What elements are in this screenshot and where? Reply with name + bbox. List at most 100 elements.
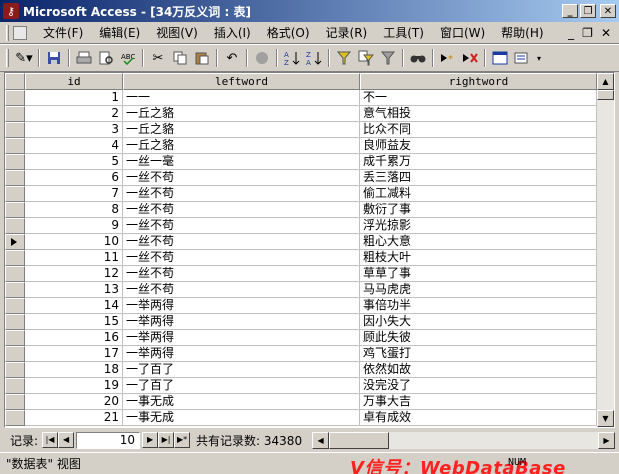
table-row[interactable]: 4 一丘之貉 良师益友 bbox=[5, 138, 597, 154]
cell-id[interactable]: 4 bbox=[25, 138, 123, 154]
scroll-up-button[interactable]: ▲ bbox=[597, 73, 614, 90]
cell-rightword[interactable]: 不一 bbox=[360, 90, 597, 106]
row-selector[interactable] bbox=[5, 266, 25, 282]
cell-id[interactable]: 9 bbox=[25, 218, 123, 234]
cell-rightword[interactable]: 成千累万 bbox=[360, 154, 597, 170]
cell-id[interactable]: 6 bbox=[25, 170, 123, 186]
cell-leftword[interactable]: 一举两得 bbox=[123, 330, 360, 346]
row-selector[interactable] bbox=[5, 346, 25, 362]
menu-window[interactable]: 窗口(W) bbox=[432, 24, 493, 41]
cell-leftword[interactable]: 一丝不苟 bbox=[123, 282, 360, 298]
horizontal-scrollbar[interactable]: ◀ ▶ bbox=[312, 431, 615, 449]
mdi-close-button[interactable]: ✕ bbox=[601, 26, 611, 40]
row-selector[interactable] bbox=[5, 202, 25, 218]
cell-leftword[interactable]: 一丝不苟 bbox=[123, 202, 360, 218]
row-selector[interactable] bbox=[5, 362, 25, 378]
cell-rightword[interactable]: 良师益友 bbox=[360, 138, 597, 154]
cell-rightword[interactable]: 草草了事 bbox=[360, 266, 597, 282]
sort-ascending-icon[interactable]: AZ bbox=[282, 48, 302, 68]
cell-id[interactable]: 16 bbox=[25, 330, 123, 346]
cell-leftword[interactable]: 一事无成 bbox=[123, 410, 360, 426]
cell-rightword[interactable]: 浮光掠影 bbox=[360, 218, 597, 234]
cell-rightword[interactable]: 卓有成效 bbox=[360, 410, 597, 426]
document-menu-icon[interactable] bbox=[13, 25, 27, 40]
first-record-button[interactable]: |◀ bbox=[42, 432, 59, 448]
table-row[interactable]: 9 一丝不苟 浮光掠影 bbox=[5, 218, 597, 234]
cell-rightword[interactable]: 比众不同 bbox=[360, 122, 597, 138]
table-row[interactable]: 14 一举两得 事倍功半 bbox=[5, 298, 597, 314]
cell-id[interactable]: 17 bbox=[25, 346, 123, 362]
print-icon[interactable] bbox=[74, 48, 94, 68]
print-preview-icon[interactable] bbox=[96, 48, 116, 68]
new-record-icon[interactable]: * bbox=[438, 48, 458, 68]
find-icon[interactable] bbox=[408, 48, 428, 68]
cell-rightword[interactable]: 意气相投 bbox=[360, 106, 597, 122]
table-row[interactable]: 20 一事无成 万事大吉 bbox=[5, 394, 597, 410]
cell-leftword[interactable]: 一丘之貉 bbox=[123, 138, 360, 154]
cell-leftword[interactable]: 一丘之貉 bbox=[123, 122, 360, 138]
filter-by-form-icon[interactable] bbox=[356, 48, 376, 68]
row-selector[interactable] bbox=[5, 250, 25, 266]
cell-id[interactable]: 11 bbox=[25, 250, 123, 266]
cell-rightword[interactable]: 万事大吉 bbox=[360, 394, 597, 410]
row-selector[interactable] bbox=[5, 154, 25, 170]
menu-help[interactable]: 帮助(H) bbox=[493, 24, 551, 41]
table-row[interactable]: 13 一丝不苟 马马虎虎 bbox=[5, 282, 597, 298]
close-button[interactable]: ✕ bbox=[600, 4, 616, 18]
cell-leftword[interactable]: 一了百了 bbox=[123, 362, 360, 378]
row-selector[interactable] bbox=[5, 330, 25, 346]
new-object-icon[interactable] bbox=[512, 48, 532, 68]
row-selector[interactable] bbox=[5, 138, 25, 154]
cell-leftword[interactable]: 一丝不苟 bbox=[123, 170, 360, 186]
next-record-button[interactable]: ▶ bbox=[142, 432, 159, 448]
menu-file[interactable]: 文件(F) bbox=[35, 24, 91, 41]
cell-rightword[interactable]: 马马虎虎 bbox=[360, 282, 597, 298]
table-row[interactable]: 19 一了百了 没完没了 bbox=[5, 378, 597, 394]
undo-icon[interactable]: ↶ bbox=[222, 48, 242, 68]
cell-id[interactable]: 19 bbox=[25, 378, 123, 394]
row-selector[interactable] bbox=[5, 106, 25, 122]
menu-insert[interactable]: 插入(I) bbox=[206, 24, 259, 41]
access-app-icon[interactable]: ⚷ bbox=[3, 3, 19, 19]
column-header-leftword[interactable]: leftword bbox=[123, 73, 360, 90]
design-view-icon[interactable]: ✎▾ bbox=[14, 48, 34, 68]
current-record-indicator[interactable] bbox=[5, 234, 25, 250]
cut-icon[interactable]: ✂ bbox=[148, 48, 168, 68]
cell-leftword[interactable]: 一丘之貉 bbox=[123, 106, 360, 122]
cell-id[interactable]: 13 bbox=[25, 282, 123, 298]
cell-id[interactable]: 1 bbox=[25, 90, 123, 106]
cell-leftword[interactable]: 一丝不苟 bbox=[123, 218, 360, 234]
column-header-id[interactable]: id bbox=[25, 73, 123, 90]
cell-leftword[interactable]: 一举两得 bbox=[123, 314, 360, 330]
row-selector[interactable] bbox=[5, 186, 25, 202]
column-header-rightword[interactable]: rightword bbox=[360, 73, 597, 90]
cell-id[interactable]: 12 bbox=[25, 266, 123, 282]
row-selector[interactable] bbox=[5, 122, 25, 138]
minimize-button[interactable]: _ bbox=[562, 4, 578, 18]
table-row[interactable]: 7 一丝不苟 偷工减料 bbox=[5, 186, 597, 202]
menu-grip[interactable] bbox=[6, 24, 9, 41]
row-selector[interactable] bbox=[5, 410, 25, 426]
mdi-minimize-button[interactable]: _ bbox=[568, 26, 574, 40]
cell-id[interactable]: 14 bbox=[25, 298, 123, 314]
new-object-dropdown-icon[interactable]: ▾ bbox=[534, 48, 544, 68]
cell-id[interactable]: 5 bbox=[25, 154, 123, 170]
table-row[interactable]: 2 一丘之貉 意气相投 bbox=[5, 106, 597, 122]
cell-id[interactable]: 3 bbox=[25, 122, 123, 138]
cell-leftword[interactable]: 一了百了 bbox=[123, 378, 360, 394]
menu-format[interactable]: 格式(O) bbox=[259, 24, 318, 41]
table-row[interactable]: 21 一事无成 卓有成效 bbox=[5, 410, 597, 426]
horizontal-scroll-thumb[interactable] bbox=[329, 431, 390, 449]
cell-id[interactable]: 10 bbox=[25, 234, 123, 250]
cell-leftword[interactable]: 一举两得 bbox=[123, 346, 360, 362]
cell-leftword[interactable]: 一一 bbox=[123, 90, 360, 106]
cell-rightword[interactable]: 事倍功半 bbox=[360, 298, 597, 314]
cell-leftword[interactable]: 一丝不苟 bbox=[123, 186, 360, 202]
menu-records[interactable]: 记录(R) bbox=[318, 24, 376, 41]
vertical-scroll-thumb[interactable] bbox=[597, 90, 614, 100]
cell-rightword[interactable]: 丢三落四 bbox=[360, 170, 597, 186]
cell-rightword[interactable]: 依然如故 bbox=[360, 362, 597, 378]
cell-rightword[interactable]: 鸡飞蛋打 bbox=[360, 346, 597, 362]
scroll-left-button[interactable]: ◀ bbox=[312, 431, 330, 449]
cell-id[interactable]: 15 bbox=[25, 314, 123, 330]
